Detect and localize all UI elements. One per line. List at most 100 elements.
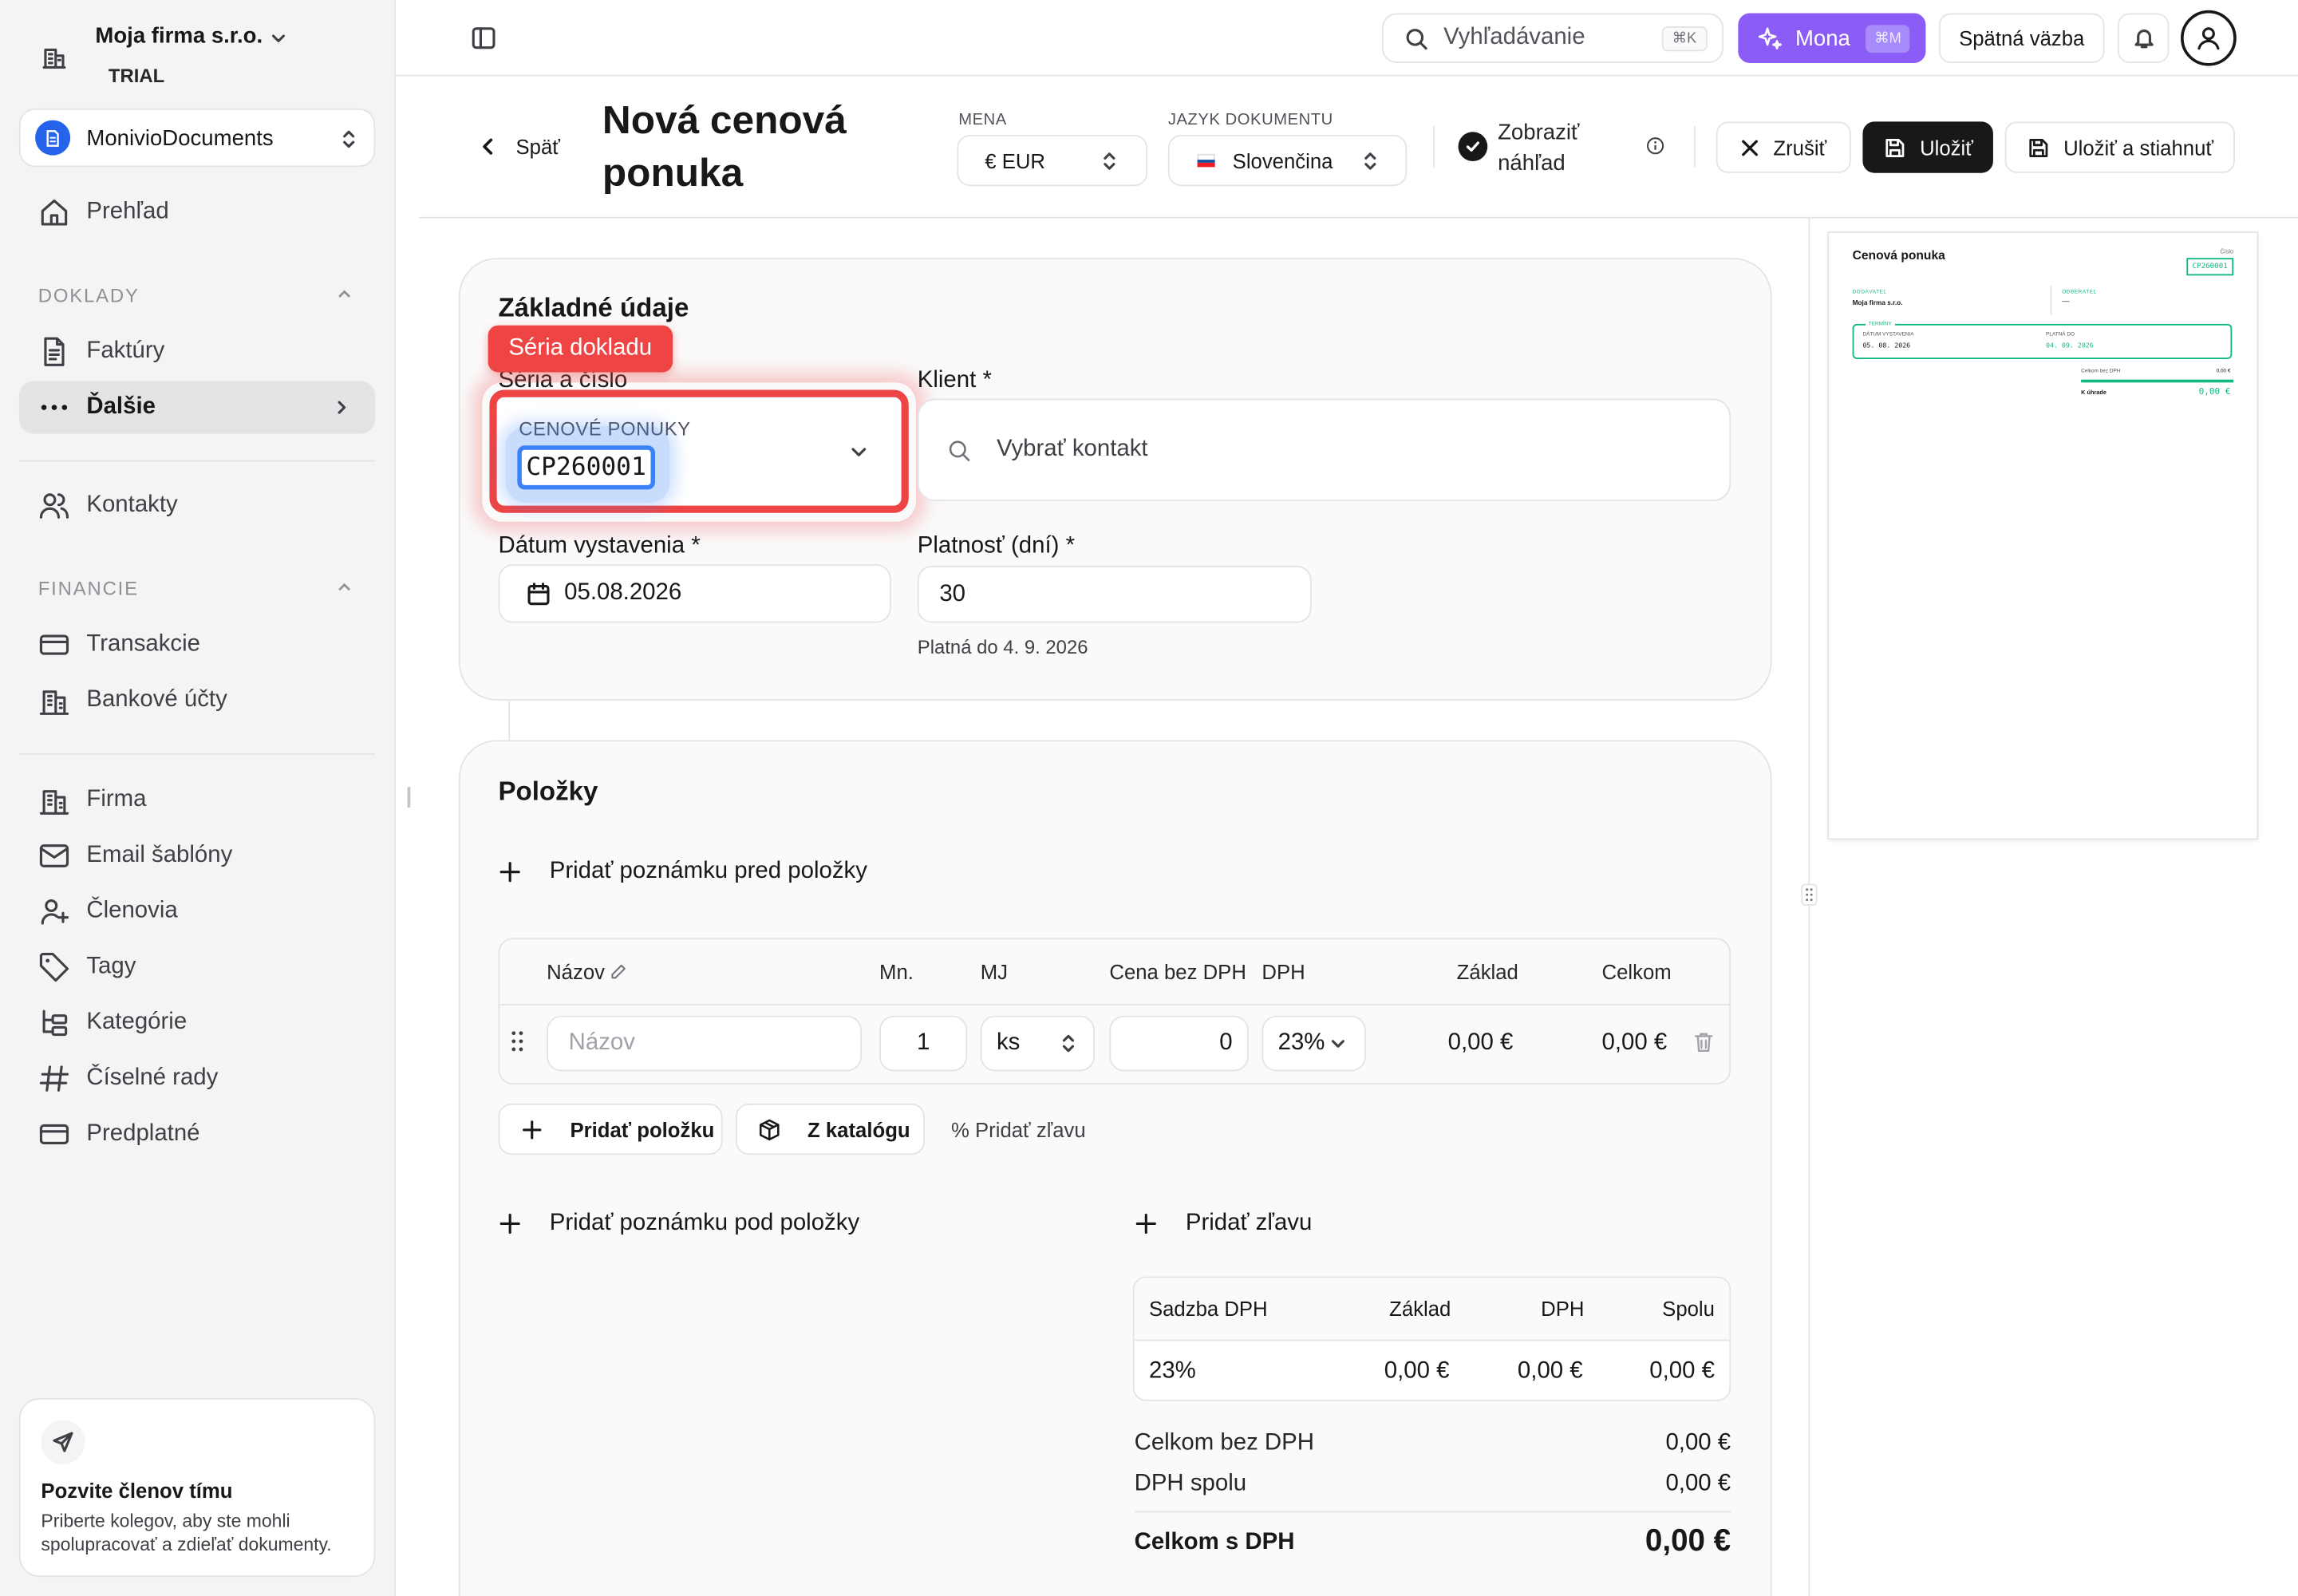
invite-card[interactable]: Pozvite členov tímu Priberte kolegov, ab…	[18, 1398, 376, 1578]
company-plan: TRIAL	[108, 64, 165, 87]
client-label: Klient *	[917, 367, 992, 393]
preview-customer-label: ODBERATEĽ	[2062, 288, 2097, 295]
add-discount-label: Pridať zľavu	[1185, 1210, 1313, 1236]
client-search-input[interactable]: Vybrať kontakt	[917, 398, 1731, 502]
item-name-input[interactable]: Názov	[547, 1015, 862, 1072]
preview-issue: 05. 08. 2026	[1862, 342, 1911, 350]
preview-sum-divider	[2081, 379, 2234, 382]
sidebar-item-overview[interactable]: Prehľad	[19, 186, 375, 239]
sidebar-item-subscription[interactable]: Predplatné	[19, 1108, 375, 1160]
search-input[interactable]: Vyhľadávanie ⌘K	[1382, 13, 1724, 63]
sidebar-item-categories[interactable]: Kategórie	[19, 997, 375, 1049]
avatar[interactable]	[2181, 10, 2237, 66]
vat-summary-header-vat: DPH	[1541, 1297, 1585, 1321]
preview-supplier: Moja firma s.r.o.	[1852, 298, 1903, 306]
sidebar-item-tags[interactable]: Tagy	[19, 941, 375, 994]
currency-value: € EUR	[985, 148, 1045, 172]
validity-input[interactable]: 30	[917, 565, 1312, 623]
trash-icon[interactable]	[1692, 1030, 1715, 1053]
save-icon	[1883, 136, 1906, 159]
sidebar-item-company[interactable]: Firma	[19, 774, 375, 827]
header-divider	[419, 216, 2298, 219]
workspace-switcher[interactable]: MonivioDocuments	[18, 108, 376, 168]
sidebar-item-more[interactable]: Ďalšie	[18, 381, 376, 434]
item-price-input[interactable]: 0	[1109, 1015, 1249, 1072]
document-preview[interactable]: Cenová ponuka Číslo CP260001 DODÁVATEĽ M…	[1827, 231, 2259, 840]
save-button[interactable]: Uložiť	[1862, 121, 1993, 173]
sidebar-item-label: Prehľad	[86, 199, 169, 224]
language-select[interactable]: Slovenčina	[1167, 134, 1408, 187]
sidebar-item-number-series[interactable]: Číselné rady	[19, 1053, 375, 1105]
package-icon	[758, 1117, 781, 1140]
item-unit-select[interactable]: ks	[980, 1015, 1096, 1072]
save-download-button[interactable]: Uložiť a stiahnuť	[2004, 121, 2235, 173]
pencil-icon[interactable]	[610, 963, 627, 981]
issue-date-label: Dátum vystavenia *	[498, 533, 701, 559]
currency-select[interactable]: € EUR	[957, 134, 1148, 187]
total-without-vat-label: Celkom bez DPH	[1134, 1430, 1314, 1456]
invite-text: Priberte kolegov, aby ste mohli spolupra…	[41, 1511, 332, 1555]
add-discount-link[interactable]: % Pridať zľavu	[951, 1118, 1086, 1141]
preview-title: Cenová ponuka	[1852, 247, 1945, 263]
item-vat-select[interactable]: 23%	[1262, 1015, 1366, 1072]
sidebar-item-contacts[interactable]: Kontakty	[19, 480, 375, 532]
divider	[18, 460, 376, 462]
chevron-up-icon[interactable]	[336, 579, 353, 596]
sidebar-item-members[interactable]: Členovia	[19, 885, 375, 938]
sidebar-item-email-templates[interactable]: Email šablóny	[19, 829, 375, 882]
save-label: Uložiť	[1920, 135, 1973, 160]
file-text-icon	[38, 336, 70, 368]
sidebar-toggle-icon[interactable]	[471, 25, 497, 51]
plus-icon	[522, 1119, 543, 1140]
plus-icon	[498, 860, 521, 883]
info-icon[interactable]	[1646, 136, 1665, 156]
series-number-select[interactable]: CENOVÉ PONUKY CP260001	[489, 389, 909, 513]
notifications-button[interactable]	[2118, 13, 2170, 63]
preview-toggle[interactable]: Zobraziť náhľad	[1458, 117, 1671, 179]
chevron-left-icon	[478, 136, 499, 157]
preview-label-line: náhľad	[1498, 151, 1566, 176]
page-title-line: Nová cenová	[602, 98, 847, 143]
preview-valid: 04. 09. 2026	[2046, 342, 2094, 350]
sidebar-item-label: Firma	[86, 787, 147, 812]
search-icon	[947, 437, 972, 462]
resize-handle[interactable]	[407, 787, 411, 808]
add-note-after-button[interactable]: Pridať poznámku pod položky	[498, 1207, 859, 1239]
vat-summary-header-total: Spolu	[1662, 1297, 1715, 1321]
page-title-line: ponuka	[602, 151, 744, 196]
series-number: CP260001	[517, 445, 655, 490]
items-table-header-divider	[499, 1004, 1730, 1005]
language-label: JAZYK DOKUMENTU	[1167, 111, 1333, 129]
add-discount-button[interactable]: Pridať zľavu	[1135, 1207, 1313, 1239]
document-app-icon	[35, 120, 71, 156]
drag-handle-icon[interactable]	[510, 1030, 524, 1053]
back-button[interactable]: Späť	[478, 130, 566, 162]
cancel-button[interactable]: Zrušiť	[1716, 121, 1851, 173]
users-icon	[38, 489, 70, 521]
add-item-button[interactable]: Pridať položku	[498, 1103, 723, 1156]
item-qty-input[interactable]: 1	[879, 1015, 968, 1072]
sidebar-item-bank-accounts[interactable]: Bankové účty	[19, 674, 375, 727]
from-catalog-button[interactable]: Z katalógu	[736, 1103, 925, 1156]
sidebar-item-invoices[interactable]: Faktúry	[19, 326, 375, 378]
company-name: Moja firma s.r.o.	[95, 23, 263, 49]
feedback-button[interactable]: Spätná väzba	[1938, 13, 2105, 63]
credit-card-icon	[38, 1118, 70, 1150]
mail-icon	[38, 839, 70, 871]
company-switcher[interactable]: Moja firma s.r.o. TRIAL	[35, 21, 372, 91]
chevron-up-icon[interactable]	[336, 286, 353, 303]
connector-line	[508, 700, 511, 741]
sidebar-item-transactions[interactable]: Transakcie	[19, 618, 375, 671]
column-header-vat: DPH	[1262, 959, 1305, 984]
preview-due-label: K úhrade	[2081, 388, 2106, 396]
ai-assistant-button[interactable]: Mona ⌘M	[1738, 13, 1926, 63]
sidebar-item-label: Faktúry	[86, 338, 165, 364]
add-item-label: Pridať položku	[570, 1117, 715, 1141]
issue-date-input[interactable]: 05.08.2026	[498, 564, 891, 623]
add-note-before-button[interactable]: Pridať poznámku pred položky	[498, 856, 867, 888]
total-without-vat-value: 0,00 €	[1665, 1430, 1731, 1456]
grip-vertical-icon[interactable]	[1801, 883, 1818, 906]
section-title: Položky	[498, 776, 598, 807]
column-header-name: Názov	[547, 959, 605, 984]
building-icon	[38, 784, 70, 816]
